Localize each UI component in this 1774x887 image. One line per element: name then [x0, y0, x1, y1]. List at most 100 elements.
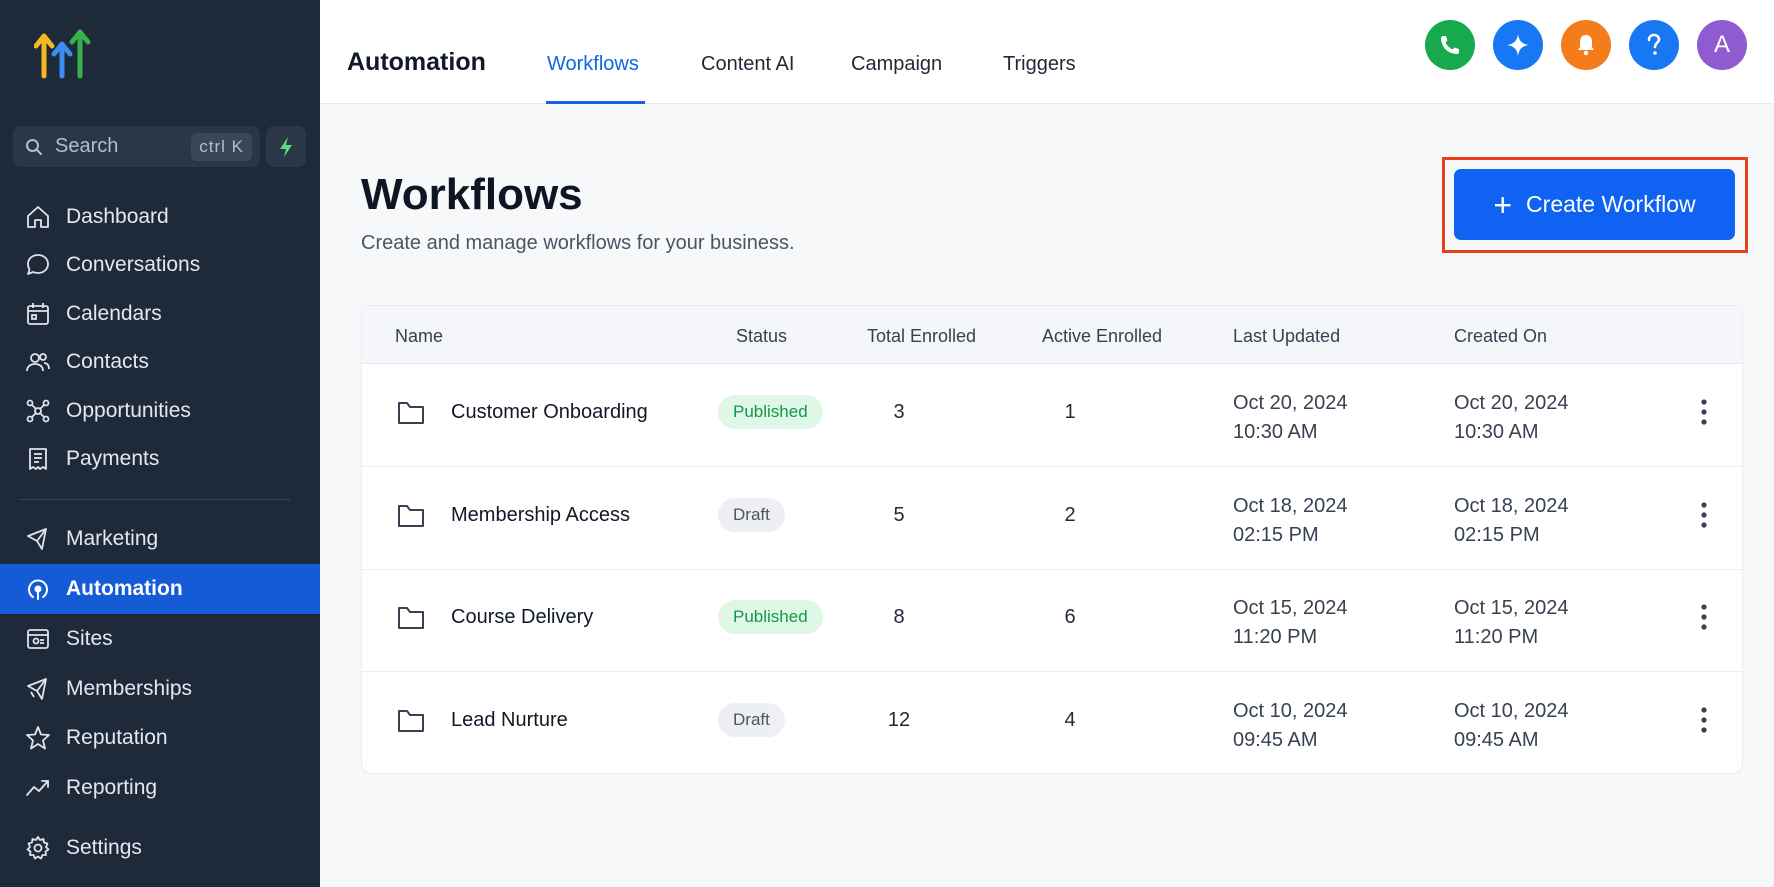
top-bar: Automation Workflows Content AI Campaign…	[320, 0, 1774, 104]
status-badge: Published	[718, 395, 823, 429]
sidebar-item-sites[interactable]: Sites	[0, 614, 320, 664]
table-row[interactable]: Membership Access Draft 5 2 Oct 18, 2024…	[362, 467, 1742, 570]
notifications-button[interactable]	[1561, 20, 1611, 70]
created-on-date: Oct 20, 2024	[1454, 392, 1569, 414]
table-header: Name Status Total Enrolled Active Enroll…	[362, 306, 1742, 364]
tab-triggers[interactable]: Triggers	[1003, 53, 1076, 76]
created-on-time: 09:45 AM	[1454, 729, 1539, 751]
sidebar-item-label: Reputation	[66, 726, 168, 749]
last-updated-time: 09:45 AM	[1233, 729, 1318, 751]
automation-icon	[28, 579, 48, 600]
sidebar-item-payments[interactable]: Payments	[0, 434, 320, 484]
table-row[interactable]: Lead Nurture Draft 12 4 Oct 10, 2024 09:4…	[362, 672, 1742, 773]
sidebar-item-reporting[interactable]: Reporting	[0, 763, 320, 813]
star-icon	[26, 726, 50, 750]
memberships-icon	[27, 678, 47, 700]
active-enrolled: 1	[1064, 401, 1076, 423]
more-options-icon[interactable]	[1697, 500, 1711, 530]
sidebar-item-settings[interactable]: Settings	[0, 823, 320, 873]
total-enrolled: 5	[893, 504, 905, 526]
created-on: Oct 10, 2024 09:45 AM	[1454, 697, 1569, 755]
sidebar-item-label: Automation	[66, 577, 183, 600]
sidebar-item-contacts[interactable]: Contacts	[0, 337, 320, 387]
workflow-name[interactable]: Lead Nurture	[451, 709, 568, 732]
last-updated-time: 02:15 PM	[1233, 524, 1319, 546]
sidebar-item-marketing[interactable]: Marketing	[0, 514, 320, 564]
sidebar-item-automation[interactable]: Automation	[0, 564, 320, 614]
last-updated-date: Oct 18, 2024	[1233, 495, 1348, 517]
created-on-time: 10:30 AM	[1454, 421, 1539, 443]
page-subtitle: Create and manage workflows for your bus…	[361, 232, 795, 254]
more-options-icon[interactable]	[1697, 397, 1711, 427]
folder-icon	[398, 402, 424, 424]
created-on-time: 11:20 PM	[1454, 626, 1539, 648]
avatar[interactable]: A	[1697, 20, 1747, 70]
sidebar-item-label: Marketing	[66, 527, 159, 550]
help-button[interactable]	[1629, 20, 1679, 70]
sidebar-item-label: Sites	[66, 627, 113, 650]
column-header-last-updated[interactable]: Last Updated	[1233, 326, 1340, 347]
created-on: Oct 20, 2024 10:30 AM	[1454, 389, 1569, 447]
status-badge: Draft	[718, 498, 785, 532]
sidebar-item-label: Calendars	[66, 302, 162, 325]
opportunities-icon	[26, 399, 50, 423]
sidebar-divider	[20, 499, 290, 500]
more-options-icon[interactable]	[1697, 705, 1711, 735]
ai-assistant-button[interactable]	[1493, 20, 1543, 70]
created-on-date: Oct 15, 2024	[1454, 597, 1569, 619]
sidebar-item-reputation[interactable]: Reputation	[0, 713, 320, 763]
create-workflow-button[interactable]: + Create Workflow	[1454, 169, 1735, 240]
phone-icon	[1441, 36, 1459, 54]
tab-content-ai[interactable]: Content AI	[701, 53, 794, 76]
created-on-date: Oct 10, 2024	[1454, 700, 1569, 722]
sidebar-item-memberships[interactable]: Memberships	[0, 664, 320, 714]
tab-workflows[interactable]: Workflows	[547, 53, 639, 76]
tab-campaign[interactable]: Campaign	[851, 53, 942, 76]
column-header-active-enrolled[interactable]: Active Enrolled	[1042, 326, 1162, 347]
table-row[interactable]: Customer Onboarding Published 3 1 Oct 20…	[362, 364, 1742, 467]
folder-icon	[398, 710, 424, 732]
last-updated: Oct 18, 2024 02:15 PM	[1233, 492, 1348, 550]
gear-icon	[26, 836, 50, 860]
last-updated-time: 10:30 AM	[1233, 421, 1318, 443]
calendar-icon	[27, 303, 49, 325]
search-icon	[26, 138, 42, 155]
folder-icon	[398, 607, 424, 629]
quick-actions-button[interactable]	[266, 126, 306, 167]
table-row[interactable]: Course Delivery Published 8 6 Oct 15, 20…	[362, 569, 1742, 672]
sidebar-item-calendars[interactable]: Calendars	[0, 289, 320, 339]
column-header-total-enrolled[interactable]: Total Enrolled	[867, 326, 976, 347]
last-updated-time: 11:20 PM	[1233, 626, 1318, 648]
sidebar: Search ctrl K Dashboard Conversations Ca…	[0, 0, 320, 887]
contacts-icon	[26, 353, 50, 372]
created-on: Oct 18, 2024 02:15 PM	[1454, 492, 1569, 550]
megaphone-icon	[27, 528, 47, 550]
workflow-name[interactable]: Membership Access	[451, 504, 630, 527]
app-section-title: Automation	[347, 48, 486, 76]
more-options-icon[interactable]	[1697, 602, 1711, 632]
phone-button[interactable]	[1425, 20, 1475, 70]
search-box[interactable]: Search ctrl K	[13, 126, 260, 167]
sparkle-icon	[1507, 34, 1529, 56]
bell-icon	[1578, 35, 1594, 56]
column-header-created-on[interactable]: Created On	[1454, 326, 1547, 347]
sidebar-item-label: Conversations	[66, 253, 201, 276]
column-header-name[interactable]: Name	[395, 326, 443, 347]
sidebar-item-label: Settings	[66, 836, 142, 859]
workflow-name[interactable]: Customer Onboarding	[451, 401, 648, 424]
last-updated: Oct 10, 2024 09:45 AM	[1233, 697, 1348, 755]
created-on: Oct 15, 2024 11:20 PM	[1454, 594, 1569, 652]
sidebar-item-dashboard[interactable]: Dashboard	[0, 192, 320, 242]
workflow-name[interactable]: Course Delivery	[451, 606, 593, 629]
app-logo[interactable]	[34, 26, 94, 82]
sidebar-item-conversations[interactable]: Conversations	[0, 240, 320, 290]
folder-icon	[398, 505, 424, 527]
last-updated-date: Oct 20, 2024	[1233, 392, 1348, 414]
plus-icon: +	[1493, 186, 1513, 223]
total-enrolled: 12	[887, 709, 911, 731]
trend-icon	[26, 780, 49, 796]
sidebar-item-label: Opportunities	[66, 399, 191, 422]
chat-bubble-icon	[27, 254, 49, 275]
column-header-status[interactable]: Status	[736, 326, 787, 347]
sidebar-item-opportunities[interactable]: Opportunities	[0, 386, 320, 436]
